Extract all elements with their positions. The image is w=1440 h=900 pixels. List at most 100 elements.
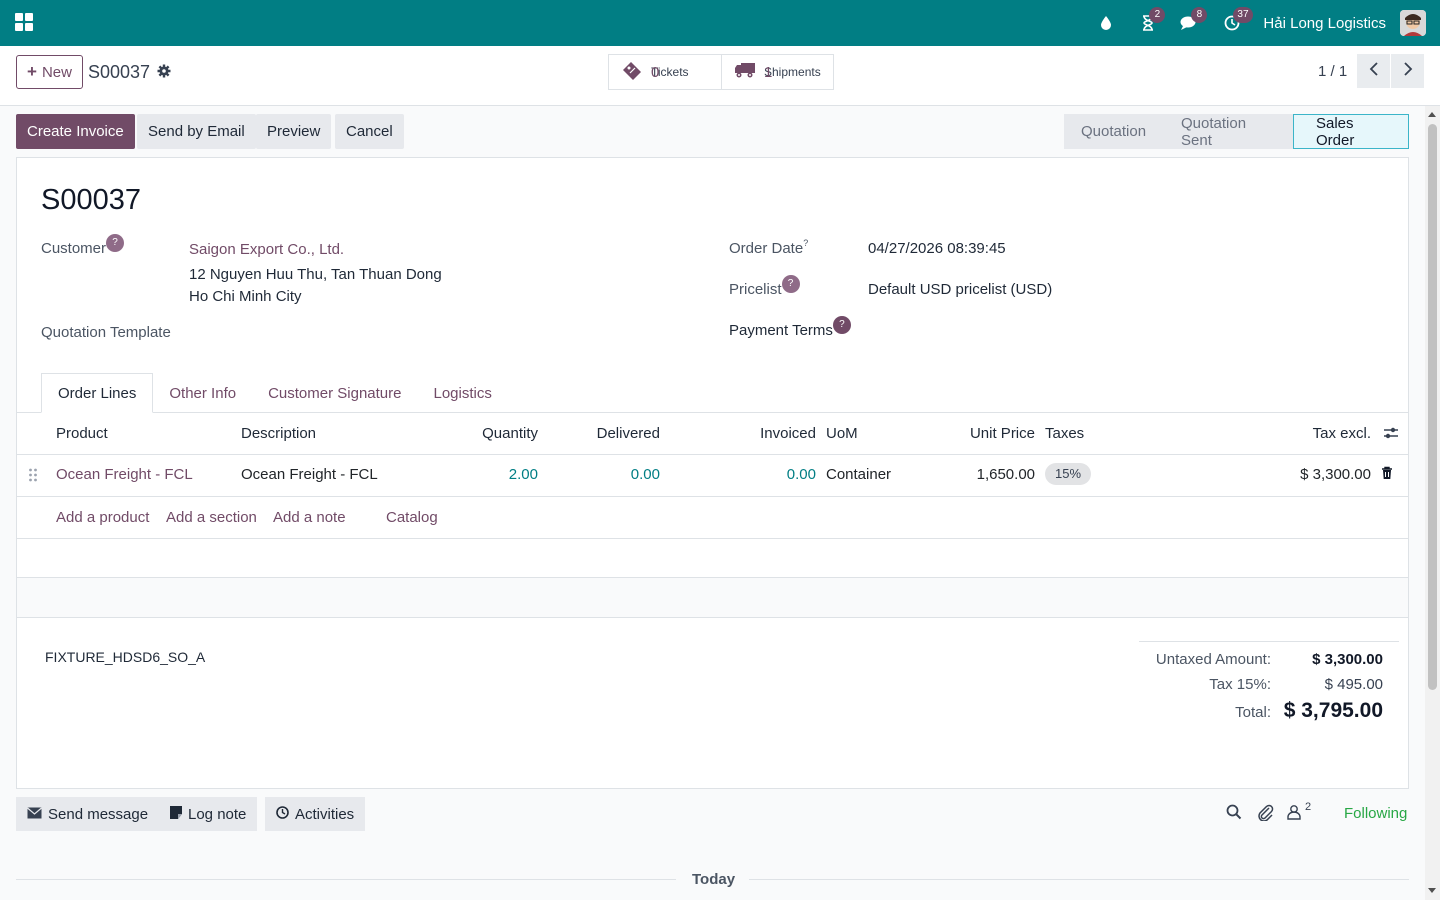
order-date-value[interactable]: 04/27/2026 08:39:45	[868, 240, 1006, 257]
page-scrollbar[interactable]	[1425, 106, 1440, 900]
totals-divider	[1139, 641, 1399, 642]
row-unit-price[interactable]: 1,650.00	[935, 466, 1035, 483]
order-date-label-text: Order Date	[729, 240, 804, 257]
col-quantity[interactable]: Quantity	[438, 425, 538, 442]
col-taxes[interactable]: Taxes	[1045, 425, 1084, 442]
col-delivered[interactable]: Delivered	[560, 425, 660, 442]
stage-quotation[interactable]: Quotation	[1064, 114, 1160, 149]
company-switcher[interactable]: Hải Long Logistics	[1263, 15, 1386, 32]
scroll-up-arrow-icon[interactable]	[1428, 112, 1436, 117]
customer-name-link[interactable]: Saigon Export Co., Ltd.	[189, 241, 344, 258]
activity-hourglass-icon[interactable]: 2	[1127, 0, 1169, 46]
col-uom[interactable]: UoM	[826, 425, 858, 442]
apps-menu-icon[interactable]	[15, 13, 33, 31]
tax-value: $ 495.00	[1324, 676, 1383, 693]
shipments-smart-button[interactable]: Shipments 1	[721, 55, 833, 89]
new-button[interactable]: + New	[16, 55, 83, 89]
row-uom[interactable]: Container	[826, 466, 891, 483]
chat-icon[interactable]: 8	[1169, 0, 1211, 46]
col-unit-price[interactable]: Unit Price	[935, 425, 1035, 442]
stage-sales-order[interactable]: Sales Order	[1293, 114, 1409, 149]
truck-icon	[734, 61, 756, 83]
order-date-label: Order Date?	[729, 238, 808, 257]
tab-order-lines[interactable]: Order Lines	[41, 373, 154, 413]
row-divider	[17, 496, 1408, 497]
tab-other-info[interactable]: Other Info	[153, 373, 252, 413]
tax-label: Tax 15%:	[1209, 676, 1271, 693]
gear-icon[interactable]	[157, 64, 171, 82]
send-message-button[interactable]: Send message	[16, 797, 160, 831]
untaxed-amount-label: Untaxed Amount:	[1155, 651, 1271, 668]
col-tax-excl[interactable]: Tax excl.	[1271, 425, 1371, 442]
preview-button[interactable]: Preview	[256, 114, 332, 149]
tab-customer-signature[interactable]: Customer Signature	[252, 373, 417, 413]
cancel-button[interactable]: Cancel	[335, 114, 404, 149]
tickets-count: 0	[651, 63, 660, 81]
add-note-link[interactable]: Add a note	[273, 509, 346, 526]
col-product[interactable]: Product	[56, 425, 108, 442]
send-by-email-button[interactable]: Send by Email	[137, 114, 256, 149]
customer-address-line1: 12 Nguyen Huu Thu, Tan Thuan Dong	[189, 266, 442, 283]
col-invoiced[interactable]: Invoiced	[716, 425, 816, 442]
chevron-right-icon	[1403, 61, 1413, 81]
control-panel: + New S00037 Tickets 0 Shipments 1 1 / 1	[0, 46, 1440, 106]
col-description[interactable]: Description	[241, 425, 316, 442]
following-button[interactable]: Following	[1344, 805, 1407, 822]
log-note-button[interactable]: Log note	[159, 797, 258, 831]
row-invoiced[interactable]: 0.00	[716, 466, 816, 483]
paperclip-icon[interactable]	[1257, 804, 1274, 825]
navbar-systray: 2 8 37 Hải Long Logistics	[1085, 0, 1426, 46]
add-section-link[interactable]: Add a section	[166, 509, 257, 526]
catalog-link[interactable]: Catalog	[386, 509, 438, 526]
row-product[interactable]: Ocean Freight - FCL	[56, 466, 193, 483]
order-date-help-mark[interactable]: ?	[803, 238, 808, 248]
add-product-link[interactable]: Add a product	[56, 509, 149, 526]
pager-value[interactable]: 1 / 1	[1318, 63, 1347, 80]
total-label: Total:	[1235, 704, 1271, 721]
customer-label-text: Customer	[41, 240, 107, 257]
log-note-label: Log note	[188, 805, 247, 823]
empty-row	[17, 539, 1408, 578]
clock-badge: 37	[1233, 7, 1253, 23]
send-message-label: Send message	[48, 805, 149, 823]
create-invoice-button[interactable]: Create Invoice	[16, 114, 135, 149]
breadcrumb-record-name: S00037	[88, 62, 151, 82]
date-separator-today: Today	[692, 871, 736, 888]
form-statusbar: Create Invoice Send by Email Preview Can…	[16, 114, 1409, 149]
tab-logistics[interactable]: Logistics	[417, 373, 507, 413]
pager-next-button[interactable]	[1391, 54, 1424, 88]
activity-badge: 2	[1149, 7, 1166, 23]
search-icon[interactable]	[1226, 804, 1242, 824]
header-divider	[17, 454, 1408, 455]
stage-quotation-sent[interactable]: Quotation Sent	[1160, 114, 1293, 149]
pricelist-help-icon[interactable]: ?	[781, 275, 800, 293]
clock-icon[interactable]: 37	[1211, 0, 1253, 46]
customer-help-icon[interactable]: ?	[106, 234, 125, 252]
trash-icon[interactable]	[1381, 466, 1393, 484]
clock-icon	[276, 805, 289, 823]
terms-note[interactable]: FIXTURE_HDSD6_SO_A	[45, 649, 205, 665]
followers-icon[interactable]	[1287, 804, 1301, 824]
optional-columns-icon[interactable]	[1383, 426, 1399, 444]
user-avatar[interactable]	[1400, 10, 1426, 36]
row-description[interactable]: Ocean Freight - FCL	[241, 466, 378, 483]
row-delivered[interactable]: 0.00	[560, 466, 660, 483]
page-title: S00037	[41, 184, 141, 216]
scroll-down-arrow-icon[interactable]	[1428, 888, 1436, 893]
row-subtotal: $ 3,300.00	[1300, 466, 1371, 483]
ticket-icon	[621, 60, 643, 84]
drag-handle-icon[interactable]	[28, 467, 38, 487]
pager-previous-button[interactable]	[1357, 54, 1390, 88]
payment-terms-help-icon[interactable]: ?	[832, 316, 851, 334]
activities-button[interactable]: Activities	[265, 797, 366, 831]
chevron-left-icon	[1369, 61, 1379, 81]
scrollbar-thumb[interactable]	[1428, 124, 1437, 690]
pricelist-value[interactable]: Default USD pricelist (USD)	[868, 281, 1052, 298]
drop-icon[interactable]	[1085, 0, 1127, 46]
row-tax-badge[interactable]: 15%	[1045, 463, 1092, 485]
row-quantity[interactable]: 2.00	[438, 466, 538, 483]
tickets-smart-button[interactable]: Tickets 0	[609, 55, 721, 89]
pricelist-label-text: Pricelist	[729, 281, 782, 298]
date-separator-line	[16, 879, 676, 880]
customer-label: Customer?	[41, 234, 125, 258]
